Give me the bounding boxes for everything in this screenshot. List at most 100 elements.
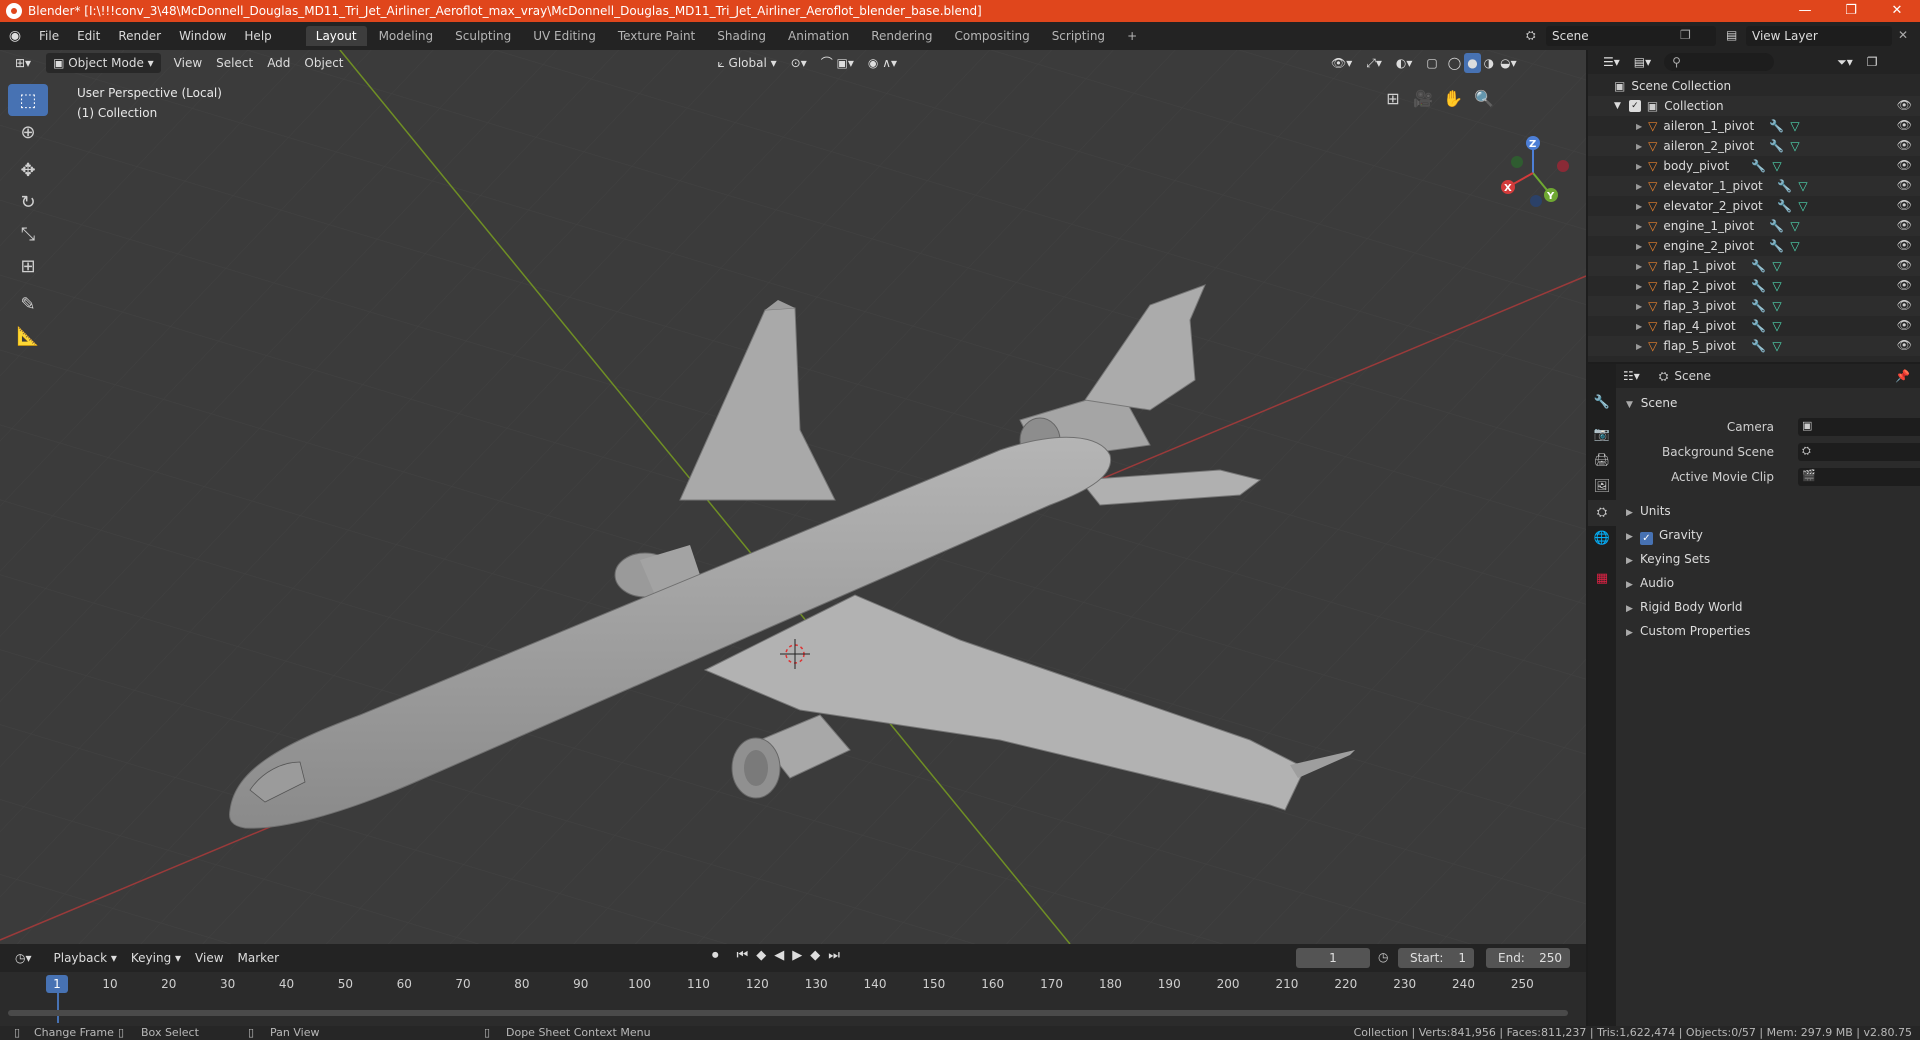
expand-arrow-icon[interactable]: ▶ — [1636, 202, 1642, 211]
material-shading-icon[interactable]: ◑ — [1481, 53, 1497, 73]
annotate-tool-icon[interactable]: ✎ — [8, 288, 48, 320]
new-collection-icon[interactable]: ❐ — [1860, 52, 1885, 72]
menu-add[interactable]: Add — [260, 53, 297, 73]
scene-collection-row[interactable]: ▣ Scene Collection — [1588, 76, 1920, 96]
add-workspace-button[interactable]: + — [1117, 26, 1147, 46]
wireframe-shading-icon[interactable]: ◯ — [1445, 53, 1464, 73]
modifier-wrench-icon[interactable]: 🔧 — [1751, 159, 1766, 173]
tab-shading[interactable]: Shading — [707, 26, 776, 46]
move-tool-icon[interactable]: ✥ — [8, 154, 48, 186]
measure-tool-icon[interactable]: 📐 — [8, 320, 48, 352]
toggle-camera-view-icon[interactable]: ⊞ — [1380, 86, 1406, 112]
background-scene-field[interactable]: ⛭ — [1798, 443, 1920, 461]
eye-icon[interactable]: 👁 — [1897, 298, 1912, 312]
outliner-item[interactable]: ▶ ▽ aileron_1_pivot 🔧 ▽ 👁 — [1588, 116, 1920, 136]
pan-hand-icon[interactable]: ✋ — [1440, 86, 1466, 112]
mesh-data-icon[interactable]: ▽ — [1790, 239, 1799, 253]
keying-sets-panel[interactable]: ▶ Keying Sets — [1616, 548, 1920, 570]
mesh-data-icon[interactable]: ▽ — [1798, 199, 1807, 213]
outliner-item[interactable]: ▶ ▽ aileron_2_pivot 🔧 ▽ 👁 — [1588, 136, 1920, 156]
mesh-data-icon[interactable]: ▽ — [1772, 279, 1781, 293]
expand-arrow-icon[interactable]: ▶ — [1636, 182, 1642, 191]
transform-tool-icon[interactable]: ⊞ — [8, 250, 48, 282]
texture-tab-icon[interactable]: ▦ — [1588, 566, 1616, 592]
play-icon[interactable]: ▶ — [792, 948, 802, 963]
outliner-search-field[interactable]: ⚲ — [1664, 53, 1775, 71]
menu-timeline-view[interactable]: View — [188, 948, 230, 968]
playhead-frame[interactable]: 1 — [46, 975, 68, 993]
scale-tool-icon[interactable]: ⤡ — [8, 218, 48, 250]
output-tab-icon[interactable]: 🖨 — [1588, 448, 1616, 474]
expand-arrow-icon[interactable]: ▶ — [1636, 322, 1642, 331]
expand-arrow-icon[interactable]: ▶ — [1636, 162, 1642, 171]
outliner-item[interactable]: ▶ ▽ elevator_2_pivot 🔧 ▽ 👁 — [1588, 196, 1920, 216]
outliner-item[interactable]: ▶ ▽ flap_1_pivot 🔧 ▽ 👁 — [1588, 256, 1920, 276]
preview-range-clock-icon[interactable]: ◷ — [1378, 950, 1388, 964]
properties-editor[interactable]: 🔧 📷 🖨 🖼 ⛭ 🌐 ▦ ☷▾ ⛭ Scene 📌 ▼ Scene Camer… — [1588, 364, 1920, 1026]
tab-sculpting[interactable]: Sculpting — [445, 26, 521, 46]
camera-icon[interactable]: 🎥 — [1410, 86, 1436, 112]
mesh-data-icon[interactable]: ▽ — [1772, 319, 1781, 333]
end-frame-field[interactable]: End: 250 — [1486, 948, 1570, 968]
eye-icon[interactable]: 👁 — [1897, 218, 1912, 232]
play-reverse-icon[interactable]: ◀ — [774, 948, 784, 963]
collapse-arrow-icon[interactable]: ▼ — [1614, 101, 1621, 111]
eye-icon[interactable]: 👁 — [1897, 238, 1912, 252]
modifier-wrench-icon[interactable]: 🔧 — [1769, 219, 1784, 233]
modifier-wrench-icon[interactable]: 🔧 — [1751, 299, 1766, 313]
xray-icon[interactable]: ▢ — [1419, 53, 1444, 73]
outliner-item[interactable]: ▶ ▽ elevator_1_pivot 🔧 ▽ 👁 — [1588, 176, 1920, 196]
expand-arrow-icon[interactable]: ▶ — [1636, 242, 1642, 251]
audio-panel[interactable]: ▶ Audio — [1616, 572, 1920, 594]
view-layer-icon[interactable]: ▤ — [1726, 28, 1737, 42]
eye-icon[interactable]: 👁 — [1897, 318, 1912, 332]
mesh-data-icon[interactable]: ▽ — [1790, 139, 1799, 153]
gizmo-toggle-icon[interactable]: ⤢▾ — [1359, 53, 1389, 73]
eye-icon[interactable]: 👁 — [1897, 338, 1912, 352]
close-button[interactable]: ✕ — [1874, 0, 1920, 22]
view-layer-tab-icon[interactable]: 🖼 — [1588, 474, 1616, 500]
outliner[interactable]: ☰▾ ▤▾ ⚲ ⏷▾ ❐ ▣ Scene Collection ▼ ✓ ▣ Co… — [1588, 50, 1920, 362]
frame-ruler[interactable]: 10 20 30 40 50 60 70 80 90 100 110 120 130 140 150 160 1… — [0, 974, 1586, 996]
select-box-tool-icon[interactable]: ⬚ — [8, 84, 48, 116]
modifier-wrench-icon[interactable]: 🔧 — [1769, 239, 1784, 253]
mesh-data-icon[interactable]: ▽ — [1798, 179, 1807, 193]
eye-icon[interactable]: 👁 — [1897, 178, 1912, 192]
expand-arrow-icon[interactable]: ▶ — [1636, 302, 1642, 311]
modifier-wrench-icon[interactable]: 🔧 — [1751, 339, 1766, 353]
tab-modeling[interactable]: Modeling — [369, 26, 444, 46]
pin-icon[interactable]: 📌 — [1895, 369, 1910, 383]
expand-arrow-icon[interactable]: ▶ — [1636, 142, 1642, 151]
eye-icon[interactable]: 👁 — [1897, 258, 1912, 272]
rigid-body-world-panel[interactable]: ▶ Rigid Body World — [1616, 596, 1920, 618]
mesh-data-icon[interactable]: ▽ — [1772, 299, 1781, 313]
expand-arrow-icon[interactable]: ▶ — [1636, 222, 1642, 231]
editor-type-icon[interactable]: ⊞▾ — [8, 53, 38, 73]
eye-icon[interactable]: 👁 — [1897, 138, 1912, 152]
current-frame-field[interactable]: 1 — [1296, 948, 1370, 968]
tab-scripting[interactable]: Scripting — [1042, 26, 1115, 46]
mesh-data-icon[interactable]: ▽ — [1772, 159, 1781, 173]
3d-viewport[interactable]: Z Y X ⊞▾ ▣ Object Mode ▾ View Select Add… — [0, 50, 1586, 944]
collection-row[interactable]: ▼ ✓ ▣ Collection 👁 — [1588, 96, 1920, 116]
properties-editor-type-icon[interactable]: ☷▾ — [1616, 366, 1647, 386]
tab-texture-paint[interactable]: Texture Paint — [608, 26, 705, 46]
eye-icon[interactable]: 👁 — [1897, 118, 1912, 132]
menu-marker[interactable]: Marker — [231, 948, 286, 968]
modifier-wrench-icon[interactable]: 🔧 — [1769, 139, 1784, 153]
mesh-data-icon[interactable]: ▽ — [1772, 259, 1781, 273]
menu-edit[interactable]: Edit — [68, 22, 109, 50]
orientation-selector[interactable]: ⟀ Global ▾ — [711, 53, 784, 73]
timeline-scrollbar[interactable] — [8, 1010, 1568, 1016]
solid-shading-icon[interactable]: ● — [1464, 53, 1481, 73]
active-movie-clip-field[interactable]: 🎬 — [1798, 468, 1920, 486]
eye-icon[interactable]: 👁 — [1897, 278, 1912, 292]
gravity-panel[interactable]: ▶ ✓ Gravity — [1616, 524, 1920, 546]
cursor-tool-icon[interactable]: ⊕ — [8, 116, 48, 148]
modifier-wrench-icon[interactable]: 🔧 — [1751, 319, 1766, 333]
outliner-item[interactable]: ▶ ▽ flap_2_pivot 🔧 ▽ 👁 — [1588, 276, 1920, 296]
zoom-icon[interactable]: 🔍 — [1471, 86, 1497, 112]
rotate-tool-icon[interactable]: ↻ — [8, 186, 48, 218]
units-panel[interactable]: ▶ Units — [1616, 500, 1920, 522]
menu-file[interactable]: File — [30, 22, 68, 50]
